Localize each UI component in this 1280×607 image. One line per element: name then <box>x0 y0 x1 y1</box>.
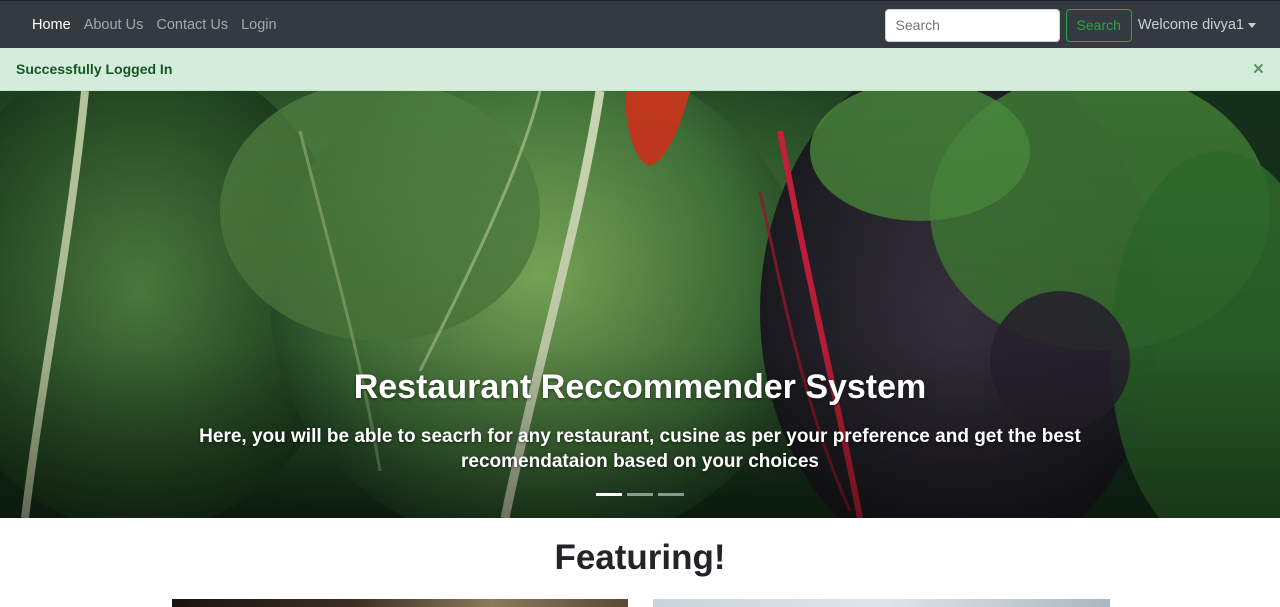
nav-link-about-us[interactable]: About Us <box>84 17 144 33</box>
nav-link-contact-us[interactable]: Contact Us <box>156 17 228 33</box>
carousel-description: Here, you will be able to seacrh for any… <box>199 426 1081 472</box>
carousel-indicator-3[interactable] <box>658 493 684 496</box>
nav-right-group: Search Welcome divya1 <box>884 1 1280 49</box>
hero-carousel: Restaurant Reccommender System Here, you… <box>0 91 1280 518</box>
carousel-indicator-2[interactable] <box>627 493 653 496</box>
success-alert: Successfully Logged In × <box>0 48 1280 91</box>
carousel-indicator-1[interactable] <box>596 493 622 496</box>
nav-link-login[interactable]: Login <box>241 17 276 33</box>
nav-link-home[interactable]: Home <box>32 17 71 33</box>
search-button[interactable]: Search <box>1065 8 1132 42</box>
user-menu-label: Welcome divya1 <box>1137 17 1244 33</box>
top-navbar: Home About Us Contact Us Login Search We… <box>0 0 1280 48</box>
featured-card-image-1[interactable] <box>172 599 628 607</box>
user-menu-dropdown[interactable]: Welcome divya1 <box>1138 17 1256 33</box>
search-input[interactable] <box>884 8 1060 42</box>
carousel-title: Restaurant Reccommender System <box>353 368 927 406</box>
close-icon[interactable]: × <box>1253 60 1264 79</box>
featuring-heading: Featuring! <box>554 538 726 577</box>
nav-links: Home About Us Contact Us Login <box>32 17 290 33</box>
carousel-indicators <box>0 493 1280 496</box>
featured-card-image-2[interactable] <box>653 599 1110 607</box>
alert-message: Successfully Logged In <box>16 61 173 77</box>
caret-down-icon <box>1248 22 1256 28</box>
